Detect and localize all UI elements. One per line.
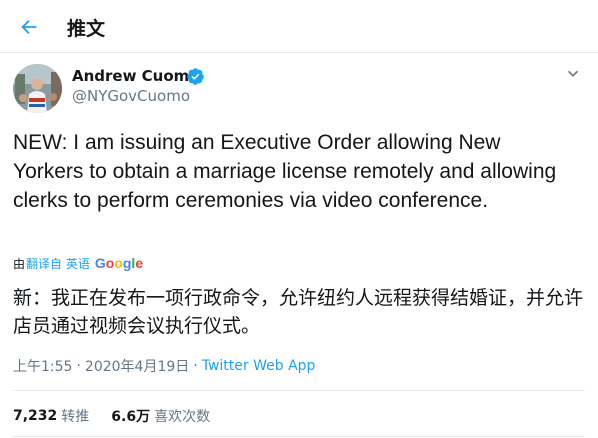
author-name[interactable]: Andrew Cuomo bbox=[72, 67, 200, 85]
arrow-left-icon bbox=[21, 19, 37, 35]
chevron-down-icon[interactable] bbox=[563, 64, 583, 84]
retweets-label[interactable]: 转推 bbox=[61, 406, 89, 426]
translation-attribution: 由 翻译自 英语 Google bbox=[13, 254, 143, 272]
tweet-meta: 上午1:55 · 2020年4月19日 · Twitter Web App bbox=[13, 356, 315, 376]
translated-text: 新：我正在发布一项行政命令，允许纽约人远程获得结婚证，并允许店员通过视频会议执行… bbox=[13, 287, 584, 337]
tweet-stats: 7,232 转推 6.6万 喜欢次数 bbox=[13, 406, 210, 426]
page-header: 推文 bbox=[0, 0, 598, 53]
translate-link[interactable]: 翻译自 英语 bbox=[26, 255, 90, 272]
verified-badge-icon bbox=[187, 68, 204, 85]
separator-dot: · bbox=[193, 358, 198, 374]
tweet-text: NEW: I am issuing an Executive Order all… bbox=[13, 131, 557, 212]
tweet-time[interactable]: 上午1:55 bbox=[13, 356, 72, 376]
back-button[interactable] bbox=[10, 8, 48, 46]
retweets-count[interactable]: 7,232 bbox=[13, 408, 57, 424]
google-logo: Google bbox=[94, 255, 144, 271]
divider bbox=[13, 390, 585, 391]
tweet-source[interactable]: Twitter Web App bbox=[202, 358, 316, 374]
tweet-date[interactable]: 2020年4月19日 bbox=[85, 356, 189, 376]
translate-by-label: 由 bbox=[13, 256, 26, 271]
likes-label[interactable]: 喜欢次数 bbox=[154, 406, 210, 426]
author-handle[interactable]: @NYGovCuomo bbox=[72, 87, 190, 105]
divider bbox=[13, 436, 585, 437]
avatar[interactable] bbox=[13, 64, 62, 113]
page-title: 推文 bbox=[67, 18, 106, 40]
likes-count[interactable]: 6.6万 bbox=[111, 406, 150, 426]
separator-dot: · bbox=[76, 358, 81, 374]
